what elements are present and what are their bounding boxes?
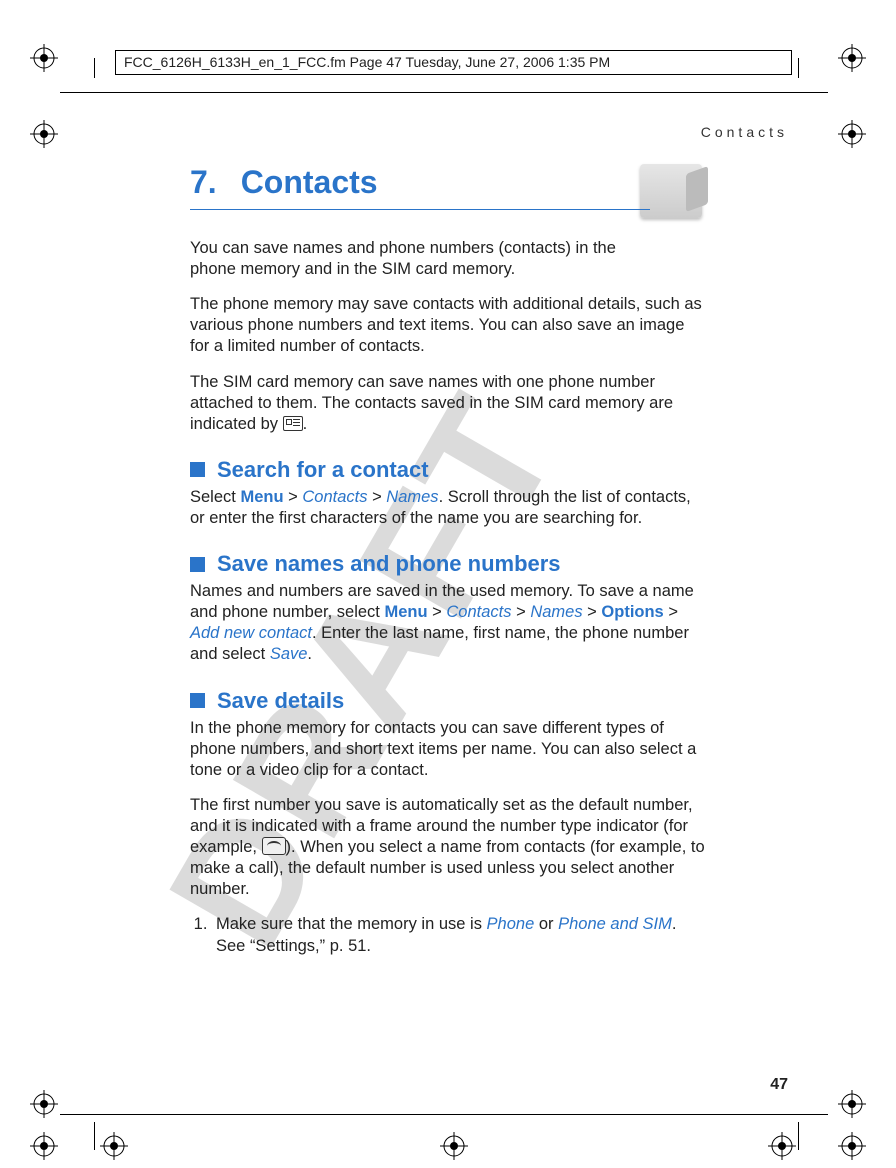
section-save-names: Save names and phone numbers [190,551,705,577]
running-header: Contacts [701,124,788,140]
menu-path: Options [601,603,663,621]
section-title: Search for a contact [217,457,429,483]
crop-line [798,58,799,78]
square-bullet-icon [190,557,205,572]
menu-path: Menu [384,603,427,621]
list-item: Make sure that the memory in use is Phon… [212,914,705,956]
registration-mark [838,1090,866,1118]
registration-mark [838,120,866,148]
section-search: Search for a contact [190,457,705,483]
para-search: Select Menu > Contacts > Names. Scroll t… [190,487,705,529]
menu-path: Contacts [302,488,367,506]
text: > [367,488,386,506]
menu-path: Phone and SIM [558,915,672,933]
page-content: 7. Contacts You can save names and phone… [190,164,705,967]
menu-path: Phone [487,915,535,933]
para-intro-3: The SIM card memory can save names with … [190,372,705,435]
registration-mark [30,44,58,72]
menu-path: Save [270,645,308,663]
step-list: Make sure that the memory in use is Phon… [190,914,705,956]
chapter-heading: 7. Contacts [190,164,705,201]
square-bullet-icon [190,462,205,477]
crop-line [94,58,95,78]
crop-line [60,1114,828,1115]
registration-mark [30,1132,58,1160]
para-save-names: Names and numbers are saved in the used … [190,581,705,665]
registration-mark [838,1132,866,1160]
page-number: 47 [770,1076,788,1094]
sim-card-icon [283,416,303,431]
registration-mark [100,1132,128,1160]
text: > [284,488,303,506]
text: Select [190,488,240,506]
registration-mark [838,44,866,72]
registration-mark [440,1132,468,1160]
framemaker-header: FCC_6126H_6133H_en_1_FCC.fm Page 47 Tues… [115,50,792,75]
text: > [512,603,531,621]
text: > [583,603,602,621]
menu-path: Names [386,488,438,506]
para-save-details-2: The first number you save is automatical… [190,795,705,901]
section-title: Save names and phone numbers [217,551,561,577]
para-intro-1: You can save names and phone numbers (co… [190,238,620,280]
header-text: FCC_6126H_6133H_en_1_FCC.fm Page 47 Tues… [116,51,791,74]
registration-mark [768,1132,796,1160]
para-save-details-1: In the phone memory for contacts you can… [190,718,705,781]
text: Make sure that the memory in use is [216,915,487,933]
crop-line [60,92,828,93]
text: or [534,915,558,933]
text: . [303,415,308,433]
section-title: Save details [217,688,344,714]
crop-line [798,1122,799,1150]
registration-mark [30,120,58,148]
text: . [307,645,312,663]
menu-path: Contacts [446,603,511,621]
crop-line [94,1122,95,1150]
registration-mark [30,1090,58,1118]
text: > [664,603,678,621]
chapter-number: 7. [190,164,217,201]
menu-path: Add new contact [190,624,312,642]
menu-path: Names [530,603,582,621]
text: > [428,603,447,621]
chapter-title: Contacts [241,164,378,201]
para-intro-2: The phone memory may save contacts with … [190,294,705,357]
menu-path: Menu [240,488,283,506]
chapter-rule [190,209,650,210]
phone-type-icon [262,837,286,855]
section-save-details: Save details [190,688,705,714]
square-bullet-icon [190,693,205,708]
text: The SIM card memory can save names with … [190,373,673,433]
